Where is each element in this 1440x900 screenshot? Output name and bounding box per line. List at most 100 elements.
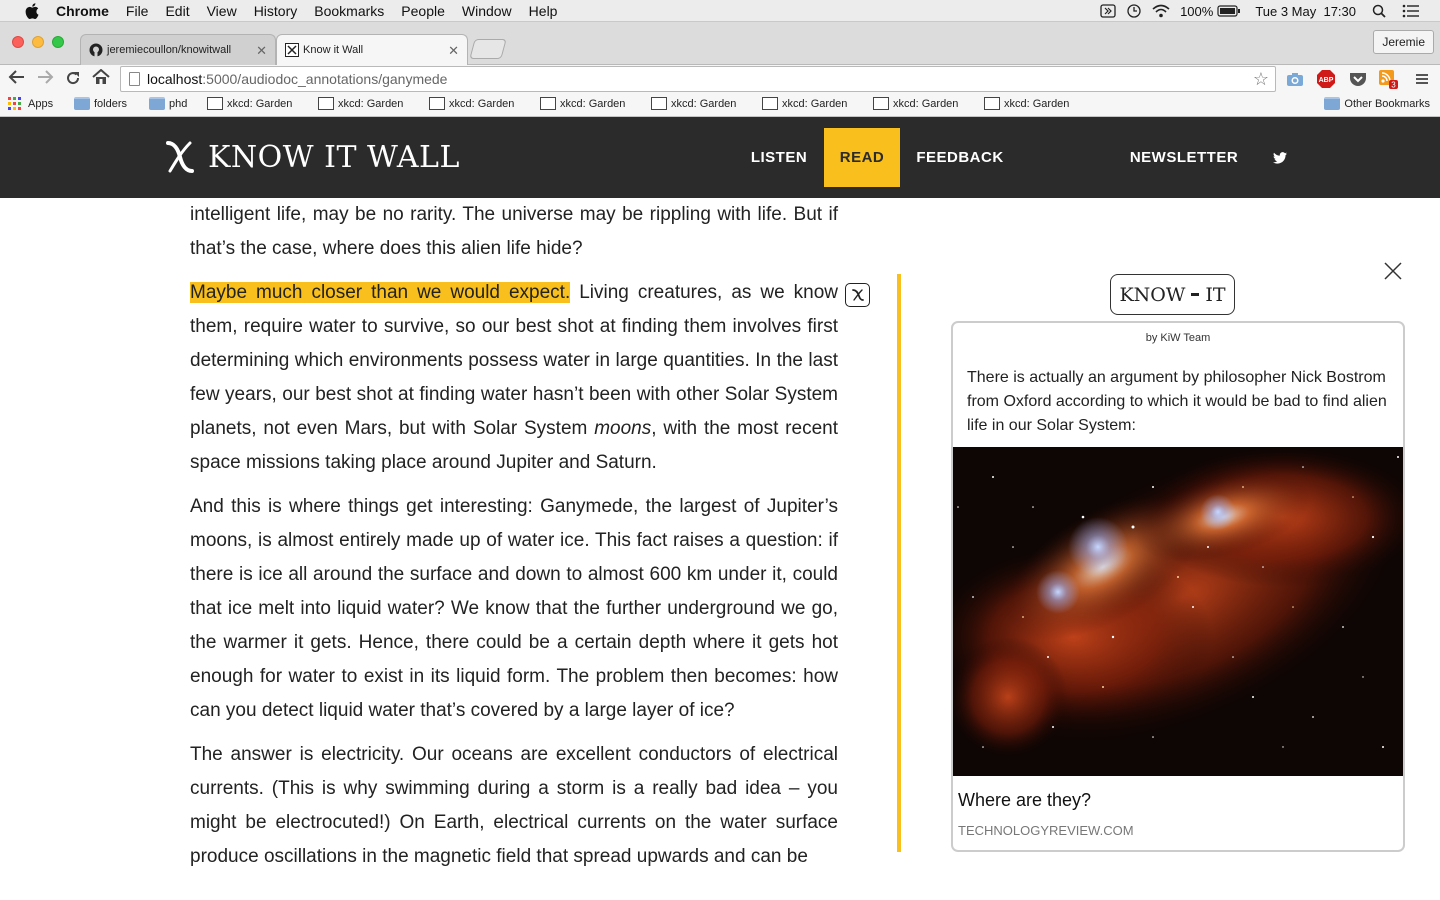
bookmarks-bar: Apps folders phd xkcd: Garden xkcd: Gard… [0,93,1440,117]
bookmark-folders[interactable]: folders [74,97,127,110]
time-machine-icon[interactable] [1126,3,1142,19]
link-preview-title[interactable]: Where are they? [958,790,1091,811]
other-bookmarks[interactable]: Other Bookmarks [1324,97,1430,110]
tab-know-it-wall[interactable]: Know it Wall ✕ [276,34,468,65]
bookmark-xkcd[interactable]: xkcd: Garden [207,97,292,110]
tab-close-icon[interactable]: ✕ [256,43,267,59]
address-bar[interactable]: localhost:5000/audiodoc_annotations/gany… [120,66,1276,92]
menu-view[interactable]: View [207,3,237,19]
adblock-plus-icon[interactable]: ABP [1316,69,1336,89]
rss-badge: 3 [1391,81,1396,90]
dash-icon [1191,293,1200,296]
camera-extension-icon[interactable] [1285,69,1305,89]
dictation-icon[interactable] [1100,4,1116,18]
tab-github[interactable]: jeremiecoullon/knowitwall ✕ [80,34,276,65]
xkcd-icon [429,97,445,110]
tab-close-icon[interactable]: ✕ [448,43,459,59]
badge-text-right: IT [1205,283,1226,306]
window-minimize-button[interactable] [32,36,44,48]
article-paragraph: And this is where things get interesting… [190,496,838,721]
menu-help[interactable]: Help [529,3,558,19]
clock[interactable]: Tue 3 May 17:30 [1255,4,1356,19]
logo-wordmark: KNOW IT WALL [208,139,460,175]
new-tab-button[interactable] [469,39,507,59]
bookmark-label: xkcd: Garden [893,97,959,110]
nav-feedback[interactable]: FEEDBACK [906,128,1014,187]
notification-center-icon[interactable] [1402,4,1420,18]
emphasis-text: moons [594,418,652,439]
nav-read[interactable]: READ [824,128,900,187]
annotation-marker-icon[interactable] [845,283,870,307]
bookmark-xkcd[interactable]: xkcd: Garden [984,97,1069,110]
annotation-divider [897,274,901,852]
url-host: localhost [147,71,203,87]
page-icon [129,72,140,86]
annotation-card: by KiW Team There is actually an argumen… [951,321,1405,852]
site-header: KNOW IT WALL LISTEN READ FEEDBACK NEWSLE… [0,117,1440,198]
bookmark-xkcd[interactable]: xkcd: Garden [651,97,736,110]
profile-button[interactable]: Jeremie [1373,30,1434,54]
link-preview-source[interactable]: TECHNOLOGYREVIEW.COM [958,823,1134,838]
folder-icon [1324,97,1341,110]
pocket-icon[interactable] [1348,69,1368,89]
menu-edit[interactable]: Edit [165,3,189,19]
article-paragraph: The answer is electricity. Our oceans ar… [190,744,838,867]
bookmark-label: xkcd: Garden [560,97,626,110]
bookmark-xkcd[interactable]: xkcd: Garden [318,97,403,110]
menu-history[interactable]: History [254,3,298,19]
window-zoom-button[interactable] [52,36,64,48]
chrome-menu-icon[interactable] [1412,69,1432,89]
article-body: intelligent life, may be no rarity. The … [190,198,838,884]
menu-window[interactable]: Window [462,3,512,19]
highlighted-annotation-text[interactable]: Maybe much closer than we would expect. [190,282,571,303]
article-paragraph: intelligent life, may be no rarity. The … [190,204,838,259]
xkcd-icon [651,97,667,110]
wifi-icon[interactable] [1152,4,1170,18]
bookmark-xkcd[interactable]: xkcd: Garden [429,97,514,110]
menu-file[interactable]: File [126,3,149,19]
menu-bookmarks[interactable]: Bookmarks [314,3,384,19]
site-logo[interactable]: KNOW IT WALL [160,137,460,177]
battery-icon[interactable] [1217,5,1241,17]
bookmark-xkcd[interactable]: xkcd: Garden [873,97,958,110]
app-menu-chrome[interactable]: Chrome [56,3,109,19]
article-paragraph: Maybe much closer than we would expect. … [190,276,838,480]
close-annotation-icon[interactable] [1383,261,1403,281]
galaxy-image[interactable] [953,447,1403,776]
rss-feed-icon[interactable]: 3 [1378,69,1398,89]
folder-icon [149,97,165,110]
bookmark-label: xkcd: Garden [449,97,515,110]
reload-icon[interactable] [64,69,82,92]
nav-newsletter[interactable]: NEWSLETTER [1120,128,1248,187]
apple-icon[interactable] [22,2,42,19]
nav-listen[interactable]: LISTEN [740,128,818,187]
bookmark-star-icon[interactable]: ☆ [1253,69,1269,90]
bookmark-label: xkcd: Garden [338,97,404,110]
menu-people[interactable]: People [401,3,445,19]
bookmark-xkcd[interactable]: xkcd: Garden [540,97,625,110]
bookmark-xkcd[interactable]: xkcd: Garden [762,97,847,110]
bookmark-label: xkcd: Garden [671,97,737,110]
back-arrow-icon[interactable] [8,69,26,90]
kiw-logo-icon [166,141,194,173]
github-icon [89,43,103,57]
bookmark-apps[interactable]: Apps [8,97,53,111]
window-close-button[interactable] [12,36,24,48]
bookmark-label: phd [169,97,188,110]
xkcd-icon [540,97,556,110]
bookmark-label: xkcd: Garden [782,97,848,110]
bookmark-phd[interactable]: phd [149,97,187,110]
battery-percent: 100% [1180,3,1214,19]
xkcd-icon [762,97,778,110]
url-path: :5000/audiodoc_annotations/ganymede [202,71,448,87]
spotlight-search-icon[interactable] [1372,4,1386,18]
browser-toolbar: localhost:5000/audiodoc_annotations/gany… [0,65,1440,93]
forward-arrow-icon[interactable] [36,69,54,90]
home-icon[interactable] [92,68,110,90]
abp-label: ABP [1319,77,1334,84]
xkcd-icon [207,97,223,110]
bookmark-label: xkcd: Garden [227,97,293,110]
tab-title: jeremiecoullon/knowitwall [107,44,232,56]
paragraph-text: Living creatures, as we know them, requi… [190,282,838,439]
twitter-icon[interactable] [1266,128,1294,187]
